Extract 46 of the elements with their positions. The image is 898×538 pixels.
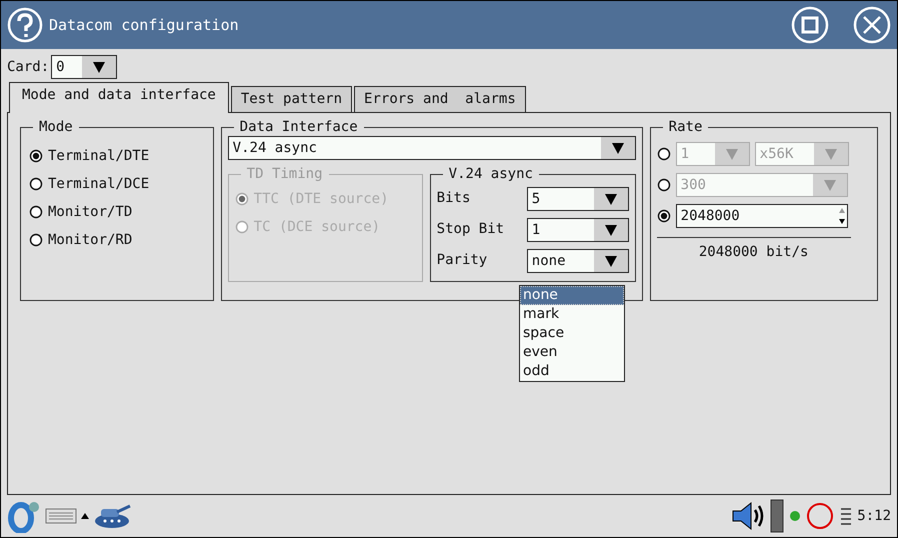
card-label: Card: bbox=[7, 58, 50, 76]
radio-label: Terminal/DCE bbox=[48, 174, 150, 194]
speaker-icon[interactable] bbox=[731, 501, 766, 531]
card-select[interactable]: 0 bbox=[51, 55, 118, 79]
power-ring-icon[interactable] bbox=[805, 501, 836, 531]
status-dot-icon bbox=[789, 510, 802, 522]
help-icon[interactable] bbox=[7, 7, 43, 43]
rate-reading: 2048000 bit/s bbox=[698, 243, 810, 262]
radio-button[interactable] bbox=[29, 205, 43, 219]
clock-text: 5:12 bbox=[857, 506, 891, 526]
field-label: Bits bbox=[436, 189, 472, 208]
battery-icon[interactable] bbox=[769, 498, 786, 534]
group-title: V.24 async bbox=[442, 165, 539, 183]
tab[interactable]: Test pattern bbox=[230, 86, 352, 112]
group-title: TD Timing bbox=[240, 165, 329, 183]
dropdown-item[interactable]: none bbox=[520, 286, 624, 305]
dropdown-arrow-icon[interactable] bbox=[604, 192, 618, 206]
radio-button[interactable] bbox=[29, 149, 43, 163]
radio-button[interactable] bbox=[29, 177, 43, 191]
dropdown-item[interactable]: odd bbox=[520, 362, 624, 381]
radio-label: Monitor/TD bbox=[48, 202, 132, 222]
tab[interactable]: Mode and data interface bbox=[9, 82, 229, 113]
close-icon[interactable] bbox=[853, 6, 891, 44]
up-arrow-icon[interactable] bbox=[81, 512, 89, 520]
dropdown-item[interactable]: mark bbox=[520, 305, 624, 324]
dropdown-arrow-icon[interactable] bbox=[604, 222, 618, 236]
dropdown-arrow-icon[interactable] bbox=[610, 141, 625, 155]
tab[interactable]: Errors and alarms bbox=[354, 86, 526, 112]
tank-icon[interactable] bbox=[93, 503, 131, 529]
window-title: Datacom configuration bbox=[49, 14, 240, 36]
field-label: Stop Bit bbox=[436, 220, 506, 239]
interface-select[interactable]: V.24 async bbox=[228, 136, 636, 160]
field-select[interactable]: none bbox=[526, 248, 629, 272]
field-label: Parity bbox=[436, 251, 488, 270]
rate-spin-field[interactable]: 2048000 bbox=[676, 204, 848, 228]
field-select[interactable]: 1 bbox=[526, 218, 629, 242]
dropdown-item[interactable]: space bbox=[520, 324, 624, 343]
radio-label: Monitor/RD bbox=[48, 230, 132, 250]
dropdown-item[interactable]: even bbox=[520, 343, 624, 362]
dropdown-arrow-icon[interactable] bbox=[92, 60, 106, 74]
radio-button[interactable] bbox=[29, 233, 43, 247]
maximize-icon[interactable] bbox=[791, 6, 829, 44]
dropdown-arrow-icon[interactable] bbox=[604, 254, 618, 268]
field-select[interactable]: 5 bbox=[526, 186, 629, 210]
radio-label: Terminal/DTE bbox=[48, 146, 150, 166]
radio-button[interactable] bbox=[656, 208, 671, 222]
